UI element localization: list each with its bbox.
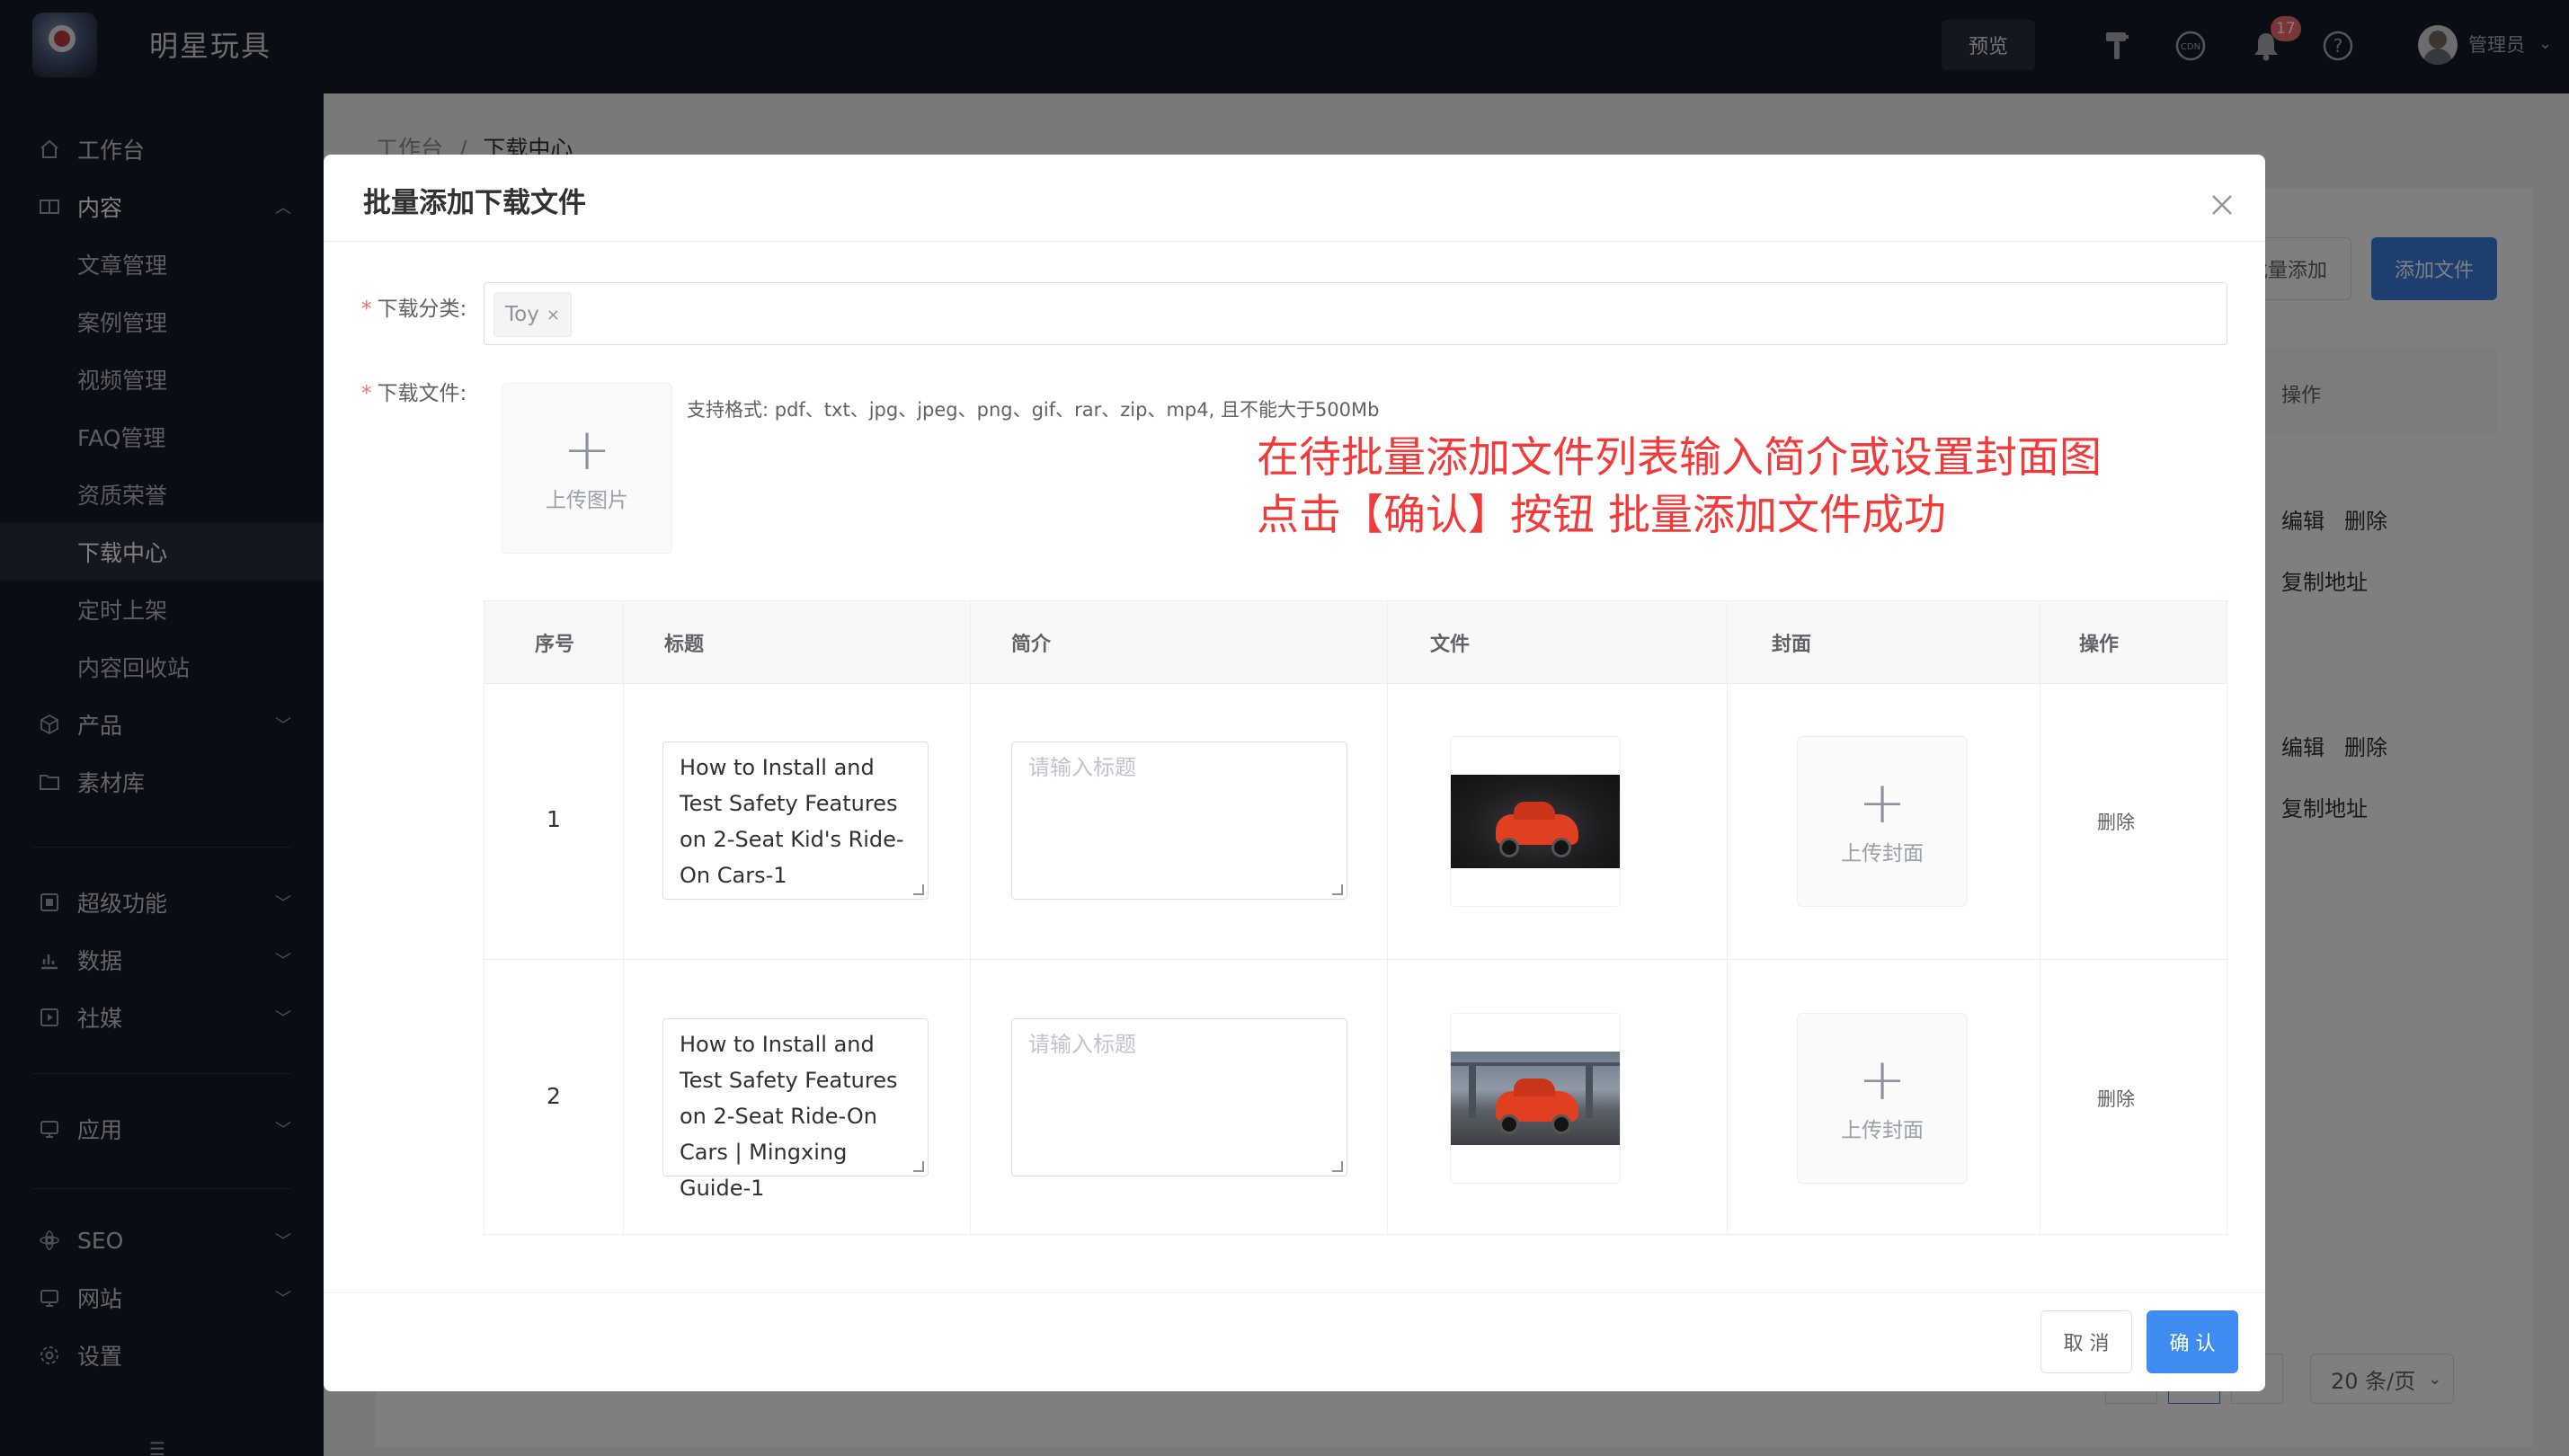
- car-image: [1451, 775, 1620, 868]
- table-header-actions: 操作: [2079, 634, 2120, 656]
- column-divider: [623, 601, 624, 1234]
- annotation-line-1: 在待批量添加文件列表输入简介或设置封面图: [1257, 433, 2102, 483]
- row-delete-button[interactable]: 删除: [2097, 808, 2135, 835]
- table-header-intro: 简介: [1011, 634, 1052, 656]
- intro-textarea[interactable]: 请输入标题: [1011, 1018, 1347, 1176]
- tag-close-icon[interactable]: ×: [547, 306, 560, 324]
- file-thumbnail[interactable]: [1450, 1013, 1621, 1184]
- annotation-line-2: 点击【确认】按钮 批量添加文件成功: [1257, 491, 1946, 540]
- file-thumbnail[interactable]: [1450, 736, 1621, 907]
- table-header-title: 标题: [664, 634, 705, 656]
- annotation-note: 在待批量添加文件列表输入简介或设置封面图 点击【确认】按钮 批量添加文件成功: [1257, 430, 2102, 545]
- table-header-cover: 封面: [1772, 634, 1812, 656]
- column-divider: [970, 601, 971, 1234]
- format-hint: 支持格式: pdf、txt、jpg、jpeg、png、gif、rar、zip、m…: [687, 399, 1380, 421]
- title-textarea[interactable]: How to Install and Test Safety Features …: [662, 741, 929, 900]
- title-textarea[interactable]: How to Install and Test Safety Features …: [662, 1018, 929, 1201]
- upload-cover-label: 上传封面: [1841, 1119, 1924, 1142]
- row-delete-button[interactable]: 删除: [2097, 1085, 2135, 1112]
- plus-icon: +: [1858, 1047, 1907, 1114]
- category-label: * 下载分类:: [361, 297, 467, 321]
- column-divider: [1387, 601, 1388, 1234]
- category-tag-label: Toy: [505, 303, 539, 326]
- plus-icon: +: [563, 417, 611, 484]
- upload-image-label: 上传图片: [546, 489, 628, 512]
- close-icon[interactable]: [2204, 187, 2240, 223]
- intro-textarea[interactable]: 请输入标题: [1011, 741, 1347, 900]
- upload-cover-button[interactable]: + 上传封面: [1797, 736, 1968, 907]
- upload-cover-button[interactable]: + 上传封面: [1797, 1013, 1968, 1184]
- row-divider: [484, 959, 2227, 960]
- row-index: 2: [547, 1083, 561, 1109]
- dialog-footer-divider: [324, 1292, 2265, 1293]
- confirm-button[interactable]: 确 认: [2147, 1310, 2238, 1373]
- dialog-divider: [324, 241, 2265, 242]
- batch-add-dialog: 批量添加下载文件 * 下载分类: Toy × * 下载文件: + 上传图片 支持格式…: [324, 155, 2265, 1391]
- file-label: * 下载文件:: [361, 382, 467, 405]
- table-header-index: 序号: [535, 634, 575, 656]
- category-select[interactable]: Toy ×: [484, 282, 2227, 345]
- upload-cover-label: 上传封面: [1841, 842, 1924, 866]
- table-header: 序号 标题 简介 文件 封面 操作: [484, 601, 2227, 684]
- cancel-button[interactable]: 取 消: [2040, 1310, 2132, 1373]
- car-image: [1451, 1052, 1620, 1145]
- column-divider: [1727, 601, 1728, 1234]
- category-tag: Toy ×: [493, 292, 572, 337]
- dialog-title: 批量添加下载文件: [363, 187, 586, 219]
- row-index: 1: [547, 806, 561, 832]
- table-header-file: 文件: [1430, 634, 1471, 656]
- pending-files-table: 序号 标题 简介 文件 封面 操作 1 How to Install and T…: [484, 600, 2227, 1235]
- upload-image-button[interactable]: + 上传图片: [502, 383, 672, 554]
- plus-icon: +: [1858, 770, 1907, 837]
